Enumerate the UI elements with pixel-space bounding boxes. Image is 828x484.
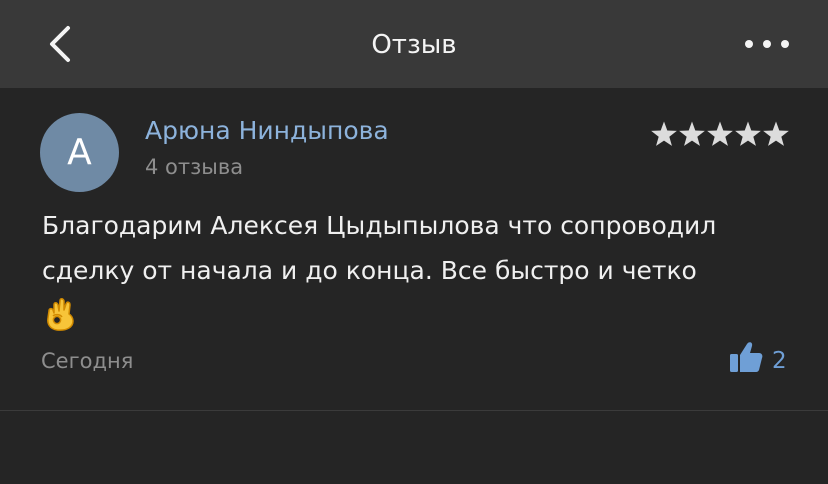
review-date: Сегодня — [41, 349, 134, 373]
back-button[interactable] — [34, 18, 88, 70]
star-icon — [735, 121, 761, 146]
author-review-count: 4 отзыва — [145, 155, 244, 179]
star-icon — [763, 121, 789, 146]
review-text: Благодарим Алексея Цыдыпылова что сопров… — [42, 211, 717, 285]
page-title: Отзыв — [371, 30, 457, 60]
like-button[interactable]: 2 — [724, 336, 794, 380]
star-icon — [651, 121, 677, 146]
ok-hand-icon — [44, 296, 78, 332]
avatar[interactable]: А — [40, 113, 119, 192]
thumbs-up-icon — [730, 342, 763, 372]
more-options-button[interactable] — [742, 28, 798, 60]
more-horizontal-icon — [745, 40, 789, 48]
rating-stars — [650, 120, 790, 150]
like-count: 2 — [772, 348, 787, 374]
star-icon — [707, 121, 733, 146]
chevron-left-icon — [50, 26, 70, 62]
divider — [0, 410, 828, 411]
star-icon — [679, 121, 705, 146]
top-bar: Отзыв — [0, 0, 828, 88]
author-name[interactable]: Арюна Ниндыпова — [145, 116, 389, 145]
